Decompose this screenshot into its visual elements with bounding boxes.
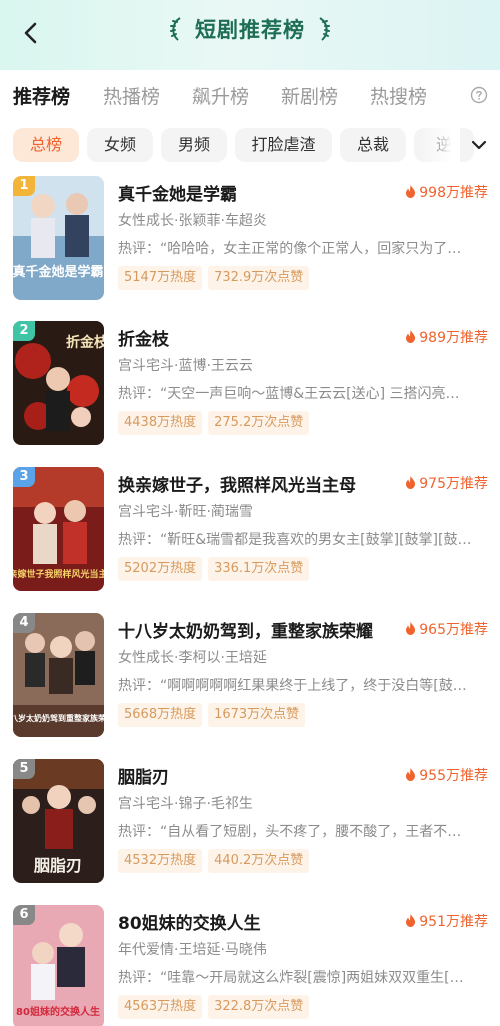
recommend-count: 951万推荐 xyxy=(405,911,488,931)
likes-badge: 440.2万次点赞 xyxy=(208,849,310,873)
hot-review: 热评：“自从看了短剧，头不疼了，腰不酸了，王者不… xyxy=(118,824,462,840)
hot-review: 热评：“哈哈哈，女主正常的像个正常人，回家只为了… xyxy=(118,241,462,257)
hot-review: 热评：“天空一声巨响～蓝博&王云云[送心] 三搭闪亮… xyxy=(118,386,460,402)
show-title[interactable]: 折金枝 xyxy=(118,325,169,350)
rank-badge: 1 xyxy=(13,176,35,196)
recommend-label: 955万推荐 xyxy=(419,768,488,784)
chip-all[interactable]: 总榜 xyxy=(13,128,79,162)
show-title[interactable]: 换亲嫁世子，我照样风光当主母 xyxy=(118,471,356,496)
likes-badge: 732.9万次点赞 xyxy=(208,266,310,290)
hot-review: 热评：“哇靠～开局就这么炸裂[震惊]两姐妹双双重生[… xyxy=(118,970,464,986)
chevron-down-icon[interactable] xyxy=(468,134,490,156)
show-title[interactable]: 十八岁太奶奶驾到，重整家族荣耀 xyxy=(118,617,373,642)
page-title: 短剧推荐榜 xyxy=(195,18,305,42)
genre-cast: 女性成长·李柯以·王培延 xyxy=(118,650,267,666)
genre-cast: 宫斗宅斗·锦子·毛祁生 xyxy=(118,796,253,812)
likes-badge: 1673万次点赞 xyxy=(208,703,306,727)
recommend-label: 965万推荐 xyxy=(419,622,488,638)
show-title[interactable]: 真千金她是学霸 xyxy=(118,180,237,205)
laurel-left-icon xyxy=(168,16,184,42)
list-item[interactable]: 十八岁太奶奶驾到重整家族荣耀 4 十八岁太奶奶驾到，重整家族荣耀 965万推荐 … xyxy=(0,607,500,747)
flame-icon xyxy=(406,476,416,489)
poster-image[interactable]: 换亲嫁世子我照样风光当主母 3 xyxy=(13,467,104,591)
poster-image[interactable]: 十八岁太奶奶驾到重整家族荣耀 4 xyxy=(13,613,104,737)
poster-image[interactable]: 真千金她是学霸 1 xyxy=(13,176,104,300)
tab-recommend[interactable]: 推荐榜 xyxy=(13,82,70,109)
heat-badge: 4532万热度 xyxy=(118,849,203,873)
genre-cast: 女性成长·张颖菲·车超炎 xyxy=(118,213,267,229)
title-group: 短剧推荐榜 xyxy=(0,14,500,50)
recommend-count: 965万推荐 xyxy=(405,619,488,639)
poster-image[interactable]: 折金枝 2 xyxy=(13,321,104,445)
hot-review: 热评：“啊啊啊啊啊红果果终于上线了，终于没白等[鼓… xyxy=(118,678,467,694)
genre-cast: 宫斗宅斗·蓝博·王云云 xyxy=(118,358,253,374)
stats-row: 4563万热度 322.8万次点赞 xyxy=(118,995,315,1019)
poster-caption: 胭脂刃 xyxy=(33,856,82,875)
poster-caption: 换亲嫁世子我照样风光当主母 xyxy=(13,568,104,580)
recommend-count: 975万推荐 xyxy=(405,473,488,493)
likes-badge: 336.1万次点赞 xyxy=(208,557,310,581)
laurel-right-icon xyxy=(316,16,332,42)
poster-caption: 80姐妹的交换人生 xyxy=(16,1005,100,1018)
likes-badge: 322.8万次点赞 xyxy=(208,995,310,1019)
heat-badge: 4438万热度 xyxy=(118,411,203,435)
chip-face-slap[interactable]: 打脸虐渣 xyxy=(235,128,332,162)
recommend-count: 989万推荐 xyxy=(405,327,488,347)
list-item[interactable]: 真千金她是学霸 1 真千金她是学霸 998万推荐 女性成长·张颖菲·车超炎 热评… xyxy=(0,170,500,310)
show-title[interactable]: 80姐妹的交换人生 xyxy=(118,909,261,934)
chip-female[interactable]: 女频 xyxy=(87,128,153,162)
recommend-count: 998万推荐 xyxy=(405,182,488,202)
stats-row: 5202万热度 336.1万次点赞 xyxy=(118,557,315,581)
hot-review: 热评：“靳旺&瑞雪都是我喜欢的男女主[鼓掌][鼓掌][鼓… xyxy=(118,532,472,548)
category-chips: 总榜 女频 男频 打脸虐渣 总裁 逆 xyxy=(0,126,500,166)
flame-icon xyxy=(406,914,416,927)
rank-badge: 4 xyxy=(13,613,35,633)
rank-badge: 3 xyxy=(13,467,35,487)
poster-caption: 折金枝 xyxy=(66,334,104,351)
tab-hot-search[interactable]: 热搜榜 xyxy=(370,82,427,109)
chips-fade xyxy=(420,126,460,166)
tab-new[interactable]: 新剧榜 xyxy=(281,82,338,109)
flame-icon xyxy=(406,330,416,343)
poster-image[interactable]: 胭脂刃 5 xyxy=(13,759,104,883)
tab-hot-play[interactable]: 热播榜 xyxy=(103,82,160,109)
poster-caption: 十八岁太奶奶驾到重整家族荣耀 xyxy=(13,713,104,723)
list-item[interactable]: 换亲嫁世子我照样风光当主母 3 换亲嫁世子，我照样风光当主母 975万推荐 宫斗… xyxy=(0,461,500,601)
header-bar: 短剧推荐榜 xyxy=(0,0,500,70)
recommend-label: 998万推荐 xyxy=(419,185,488,201)
flame-icon xyxy=(406,622,416,635)
stats-row: 5668万热度 1673万次点赞 xyxy=(118,703,311,727)
rank-badge: 6 xyxy=(13,905,35,925)
flame-icon xyxy=(406,185,416,198)
chip-ceo[interactable]: 总裁 xyxy=(340,128,406,162)
heat-badge: 5202万热度 xyxy=(118,557,203,581)
recommend-label: 951万推荐 xyxy=(419,914,488,930)
flame-icon xyxy=(406,768,416,781)
ranking-tabs: 推荐榜 热播榜 飙升榜 新剧榜 热搜榜 xyxy=(0,78,500,118)
heat-badge: 5668万热度 xyxy=(118,703,203,727)
genre-cast: 宫斗宅斗·靳旺·蔺瑞雪 xyxy=(118,504,253,520)
heat-badge: 4563万热度 xyxy=(118,995,203,1019)
rank-badge: 2 xyxy=(13,321,35,341)
list-item[interactable]: 折金枝 2 折金枝 989万推荐 宫斗宅斗·蓝博·王云云 热评：“天空一声巨响～… xyxy=(0,315,500,455)
rank-badge: 5 xyxy=(13,759,35,779)
poster-caption: 真千金她是学霸 xyxy=(13,264,104,280)
tab-rising[interactable]: 飙升榜 xyxy=(192,82,249,109)
chip-male[interactable]: 男频 xyxy=(161,128,227,162)
list-item[interactable]: 80姐妹的交换人生 6 80姐妹的交换人生 951万推荐 年代爱情·王培延·马晓… xyxy=(0,899,500,1026)
stats-row: 4532万热度 440.2万次点赞 xyxy=(118,849,315,873)
list-item[interactable]: 胭脂刃 5 胭脂刃 955万推荐 宫斗宅斗·锦子·毛祁生 热评：“自从看了短剧，… xyxy=(0,753,500,893)
recommend-label: 975万推荐 xyxy=(419,476,488,492)
genre-cast: 年代爱情·王培延·马晓伟 xyxy=(118,942,267,958)
poster-image[interactable]: 80姐妹的交换人生 6 xyxy=(13,905,104,1026)
question-circle-icon[interactable] xyxy=(470,86,488,104)
stats-row: 4438万热度 275.2万次点赞 xyxy=(118,411,315,435)
likes-badge: 275.2万次点赞 xyxy=(208,411,310,435)
show-title[interactable]: 胭脂刃 xyxy=(118,763,169,788)
stats-row: 5147万热度 732.9万次点赞 xyxy=(118,266,315,290)
heat-badge: 5147万热度 xyxy=(118,266,203,290)
recommend-count: 955万推荐 xyxy=(405,765,488,785)
recommend-label: 989万推荐 xyxy=(419,330,488,346)
